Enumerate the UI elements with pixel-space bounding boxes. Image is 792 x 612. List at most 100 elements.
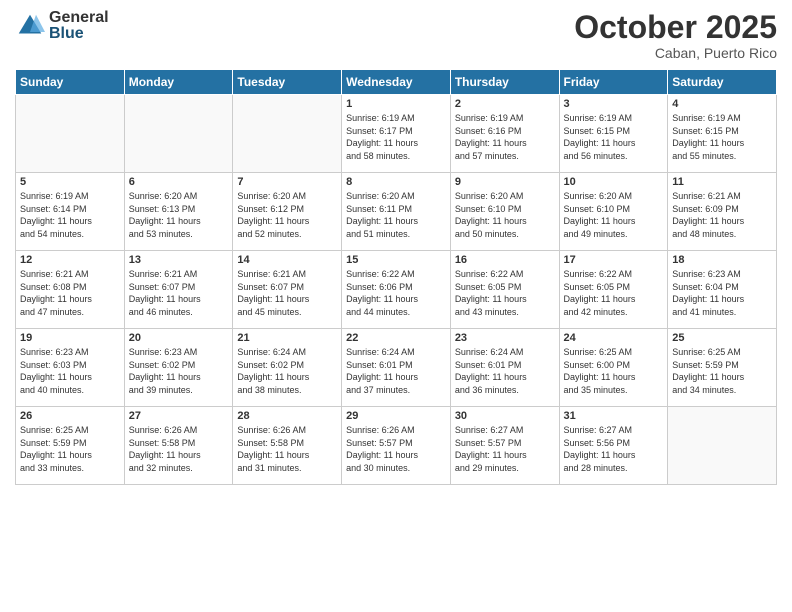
calendar-cell: 9 Sunrise: 6:20 AM Sunset: 6:10 PM Daylig… bbox=[450, 173, 559, 251]
calendar-cell: 1 Sunrise: 6:19 AM Sunset: 6:17 PM Daylig… bbox=[342, 95, 451, 173]
col-wednesday: Wednesday bbox=[342, 70, 451, 95]
day-info: Sunrise: 6:21 AM Sunset: 6:07 PM Dayligh… bbox=[237, 268, 337, 318]
day-number: 9 bbox=[455, 176, 555, 188]
day-number: 10 bbox=[564, 176, 664, 188]
day-number: 20 bbox=[129, 332, 229, 344]
day-number: 17 bbox=[564, 254, 664, 266]
day-info: Sunrise: 6:19 AM Sunset: 6:14 PM Dayligh… bbox=[20, 190, 120, 240]
calendar-cell: 10 Sunrise: 6:20 AM Sunset: 6:10 PM Dayli… bbox=[559, 173, 668, 251]
calendar-cell: 14 Sunrise: 6:21 AM Sunset: 6:07 PM Dayli… bbox=[233, 251, 342, 329]
calendar-cell: 21Sunrise: 6:24 AM Sunset: 6:02 PM Dayli… bbox=[233, 329, 342, 407]
calendar-cell: 24Sunrise: 6:25 AM Sunset: 6:00 PM Dayli… bbox=[559, 329, 668, 407]
day-info: Sunrise: 6:26 AM Sunset: 5:58 PM Dayligh… bbox=[129, 424, 229, 474]
day-number: 19 bbox=[20, 332, 120, 344]
calendar-cell: 28 Sunrise: 6:26 AM Sunset: 5:58 PM Dayli… bbox=[233, 407, 342, 485]
day-info: Sunrise: 6:19 AM Sunset: 6:15 PM Dayligh… bbox=[564, 112, 664, 162]
day-number: 22 bbox=[346, 332, 446, 344]
calendar-week-5: 26Sunrise: 6:25 AM Sunset: 5:59 PM Dayli… bbox=[16, 407, 777, 485]
calendar-week-2: 5 Sunrise: 6:19 AM Sunset: 6:14 PM Daylig… bbox=[16, 173, 777, 251]
day-number: 16 bbox=[455, 254, 555, 266]
day-info: Sunrise: 6:23 AM Sunset: 6:04 PM Dayligh… bbox=[672, 268, 772, 318]
day-number: 6 bbox=[129, 176, 229, 188]
calendar-cell: 20 Sunrise: 6:23 AM Sunset: 6:02 PM Dayli… bbox=[124, 329, 233, 407]
day-number: 8 bbox=[346, 176, 446, 188]
day-number: 27 bbox=[129, 410, 229, 422]
day-info: Sunrise: 6:23 AM Sunset: 6:02 PM Dayligh… bbox=[129, 346, 229, 396]
calendar-cell: 8 Sunrise: 6:20 AM Sunset: 6:11 PM Daylig… bbox=[342, 173, 451, 251]
day-number: 13 bbox=[129, 254, 229, 266]
calendar-cell bbox=[124, 95, 233, 173]
calendar-cell: 15 Sunrise: 6:22 AM Sunset: 6:06 PM Dayli… bbox=[342, 251, 451, 329]
calendar-cell bbox=[668, 407, 777, 485]
day-info: Sunrise: 6:24 AM Sunset: 6:01 PM Dayligh… bbox=[346, 346, 446, 396]
calendar-cell: 22 Sunrise: 6:24 AM Sunset: 6:01 PM Dayli… bbox=[342, 329, 451, 407]
day-info: Sunrise: 6:24 AM Sunset: 6:01 PM Dayligh… bbox=[455, 346, 555, 396]
calendar-header: Sunday Monday Tuesday Wednesday Thursday… bbox=[16, 70, 777, 95]
calendar: Sunday Monday Tuesday Wednesday Thursday… bbox=[15, 69, 777, 485]
logo-text: General Blue bbox=[49, 10, 109, 42]
day-number: 4 bbox=[672, 98, 772, 110]
day-info: Sunrise: 6:24 AM Sunset: 6:02 PM Dayligh… bbox=[237, 346, 337, 396]
location-subtitle: Caban, Puerto Rico bbox=[574, 45, 777, 61]
day-number: 28 bbox=[237, 410, 337, 422]
day-info: Sunrise: 6:21 AM Sunset: 6:09 PM Dayligh… bbox=[672, 190, 772, 240]
day-number: 24 bbox=[564, 332, 664, 344]
calendar-cell: 6 Sunrise: 6:20 AM Sunset: 6:13 PM Daylig… bbox=[124, 173, 233, 251]
calendar-cell: 30 Sunrise: 6:27 AM Sunset: 5:57 PM Dayli… bbox=[450, 407, 559, 485]
header: General Blue October 2025 Caban, Puerto … bbox=[15, 10, 777, 61]
col-tuesday: Tuesday bbox=[233, 70, 342, 95]
calendar-cell: 11 Sunrise: 6:21 AM Sunset: 6:09 PM Dayli… bbox=[668, 173, 777, 251]
col-friday: Friday bbox=[559, 70, 668, 95]
day-number: 3 bbox=[564, 98, 664, 110]
calendar-cell: 27 Sunrise: 6:26 AM Sunset: 5:58 PM Dayli… bbox=[124, 407, 233, 485]
day-info: Sunrise: 6:26 AM Sunset: 5:57 PM Dayligh… bbox=[346, 424, 446, 474]
day-number: 1 bbox=[346, 98, 446, 110]
calendar-week-3: 12 Sunrise: 6:21 AM Sunset: 6:08 PM Dayli… bbox=[16, 251, 777, 329]
day-number: 30 bbox=[455, 410, 555, 422]
day-number: 14 bbox=[237, 254, 337, 266]
day-number: 15 bbox=[346, 254, 446, 266]
calendar-cell: 19 Sunrise: 6:23 AM Sunset: 6:03 PM Dayli… bbox=[16, 329, 125, 407]
calendar-cell: 18 Sunrise: 6:23 AM Sunset: 6:04 PM Dayli… bbox=[668, 251, 777, 329]
page: General Blue October 2025 Caban, Puerto … bbox=[0, 0, 792, 612]
calendar-cell: 13 Sunrise: 6:21 AM Sunset: 6:07 PM Dayli… bbox=[124, 251, 233, 329]
logo-icon bbox=[15, 11, 45, 41]
calendar-cell: 5 Sunrise: 6:19 AM Sunset: 6:14 PM Daylig… bbox=[16, 173, 125, 251]
month-title: October 2025 bbox=[574, 10, 777, 45]
day-number: 26 bbox=[20, 410, 120, 422]
day-info: Sunrise: 6:20 AM Sunset: 6:11 PM Dayligh… bbox=[346, 190, 446, 240]
day-info: Sunrise: 6:19 AM Sunset: 6:15 PM Dayligh… bbox=[672, 112, 772, 162]
day-number: 2 bbox=[455, 98, 555, 110]
calendar-cell bbox=[233, 95, 342, 173]
day-number: 18 bbox=[672, 254, 772, 266]
day-info: Sunrise: 6:20 AM Sunset: 6:13 PM Dayligh… bbox=[129, 190, 229, 240]
day-info: Sunrise: 6:22 AM Sunset: 6:05 PM Dayligh… bbox=[564, 268, 664, 318]
day-info: Sunrise: 6:23 AM Sunset: 6:03 PM Dayligh… bbox=[20, 346, 120, 396]
calendar-cell: 26Sunrise: 6:25 AM Sunset: 5:59 PM Dayli… bbox=[16, 407, 125, 485]
day-number: 11 bbox=[672, 176, 772, 188]
title-block: October 2025 Caban, Puerto Rico bbox=[574, 10, 777, 61]
calendar-cell: 31Sunrise: 6:27 AM Sunset: 5:56 PM Dayli… bbox=[559, 407, 668, 485]
col-monday: Monday bbox=[124, 70, 233, 95]
calendar-cell: 2Sunrise: 6:19 AM Sunset: 6:16 PM Daylig… bbox=[450, 95, 559, 173]
day-info: Sunrise: 6:19 AM Sunset: 6:17 PM Dayligh… bbox=[346, 112, 446, 162]
calendar-cell bbox=[16, 95, 125, 173]
calendar-cell: 12 Sunrise: 6:21 AM Sunset: 6:08 PM Dayli… bbox=[16, 251, 125, 329]
calendar-cell: 25Sunrise: 6:25 AM Sunset: 5:59 PM Dayli… bbox=[668, 329, 777, 407]
day-number: 12 bbox=[20, 254, 120, 266]
day-info: Sunrise: 6:20 AM Sunset: 6:10 PM Dayligh… bbox=[455, 190, 555, 240]
day-info: Sunrise: 6:21 AM Sunset: 6:08 PM Dayligh… bbox=[20, 268, 120, 318]
day-info: Sunrise: 6:20 AM Sunset: 6:10 PM Dayligh… bbox=[564, 190, 664, 240]
day-info: Sunrise: 6:20 AM Sunset: 6:12 PM Dayligh… bbox=[237, 190, 337, 240]
calendar-cell: 7 Sunrise: 6:20 AM Sunset: 6:12 PM Daylig… bbox=[233, 173, 342, 251]
day-number: 23 bbox=[455, 332, 555, 344]
day-info: Sunrise: 6:25 AM Sunset: 5:59 PM Dayligh… bbox=[672, 346, 772, 396]
day-info: Sunrise: 6:21 AM Sunset: 6:07 PM Dayligh… bbox=[129, 268, 229, 318]
day-info: Sunrise: 6:22 AM Sunset: 6:06 PM Dayligh… bbox=[346, 268, 446, 318]
day-info: Sunrise: 6:26 AM Sunset: 5:58 PM Dayligh… bbox=[237, 424, 337, 474]
day-number: 7 bbox=[237, 176, 337, 188]
col-thursday: Thursday bbox=[450, 70, 559, 95]
day-number: 5 bbox=[20, 176, 120, 188]
day-info: Sunrise: 6:27 AM Sunset: 5:57 PM Dayligh… bbox=[455, 424, 555, 474]
day-number: 31 bbox=[564, 410, 664, 422]
